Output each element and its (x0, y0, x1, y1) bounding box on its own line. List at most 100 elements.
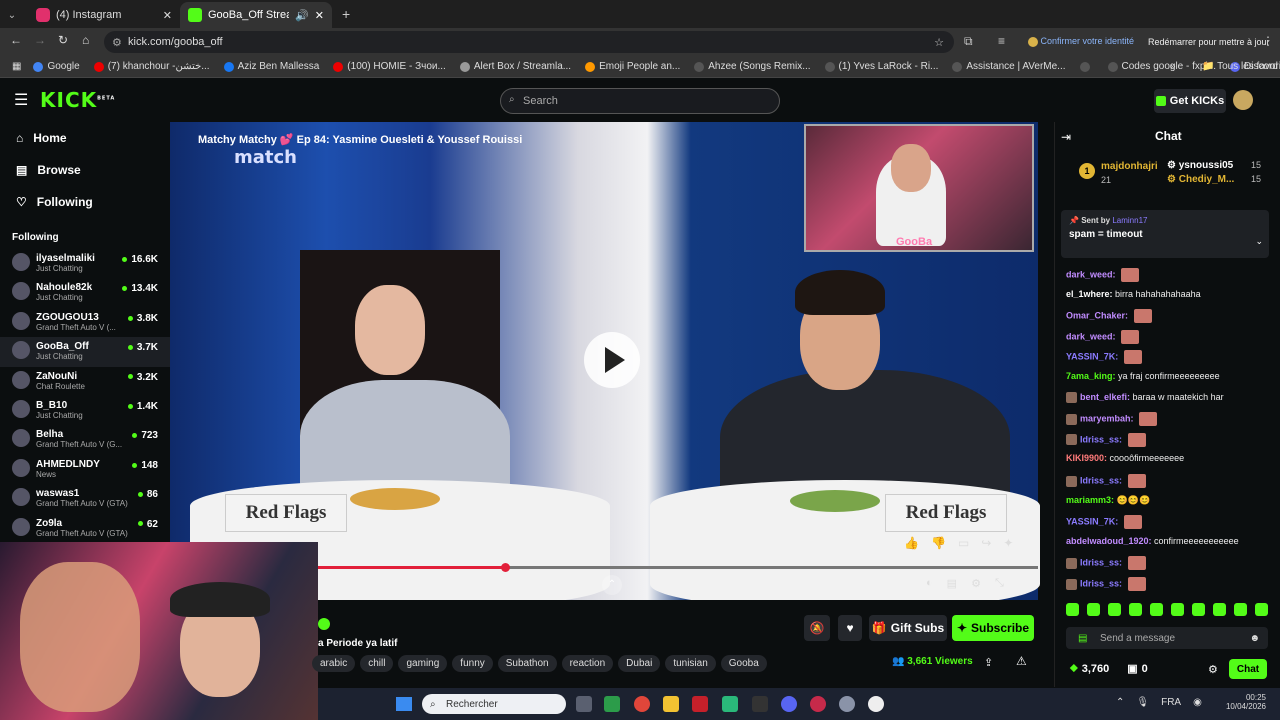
restart-button[interactable]: Redémarrer pour mettre à jour (1148, 37, 1270, 47)
start-icon[interactable] (396, 697, 412, 711)
language-indicator[interactable]: FRA (1161, 697, 1181, 708)
get-kicks-button[interactable]: Get KICKs (1154, 89, 1226, 113)
comment-icon[interactable]: ▭ (958, 536, 969, 550)
chat-username[interactable]: dark_weed: (1066, 331, 1116, 341)
chat-username[interactable]: el_1where: (1066, 289, 1113, 299)
bookmark-item[interactable]: Ahzee (Songs Remix... (694, 61, 811, 72)
xbox-icon[interactable] (604, 696, 620, 712)
tab-instagram[interactable]: (4) Instagram ✕ (28, 2, 180, 28)
expand-chevron-icon[interactable]: ⌃ (602, 575, 622, 595)
bookmark-item[interactable]: (100) HOMIE - Зчои... (333, 61, 446, 72)
collapse-chat-icon[interactable]: ⇥ (1061, 130, 1071, 144)
profile-identity[interactable]: Confirmer votre identité (1028, 36, 1134, 47)
stream-tag[interactable]: Subathon (497, 655, 557, 672)
following-channel[interactable]: Belha Grand Theft Auto V (G... 723 (0, 425, 170, 454)
url-field[interactable]: ⚙ kick.com/gooba_off ☆ (104, 31, 954, 53)
following-channel[interactable]: GooBa_Off Just Chatting 3.7K (0, 337, 170, 367)
app-dark-icon[interactable] (752, 696, 768, 712)
clock[interactable]: 00:25 10/04/2026 (1218, 693, 1266, 711)
following-channel[interactable]: ZaNouNi Chat Roulette 3.2K (0, 367, 170, 396)
following-channel[interactable]: waswas1 Grand Theft Auto V (GTA) 86 (0, 484, 170, 513)
nav-home[interactable]: ⌂ Home (0, 122, 170, 154)
close-icon[interactable]: ✕ (163, 9, 172, 22)
following-channel[interactable]: Zo9la Grand Theft Auto V (GTA) 62 (0, 514, 170, 543)
stream-tag[interactable]: arabic (312, 655, 356, 672)
kick-logo[interactable]: KICKBETA (40, 88, 115, 112)
chest-icon[interactable]: ▣ (1127, 662, 1137, 675)
chevron-down-icon[interactable]: ⌄ (1255, 236, 1263, 247)
emote-icon[interactable] (1087, 603, 1100, 616)
tab-list-button[interactable]: ⌄ (0, 10, 24, 21)
user-avatar[interactable] (1233, 90, 1253, 110)
tab-gooba-stream[interactable]: GooBa_Off Stream - Watch 🔊 ✕ (180, 2, 332, 28)
nav-following[interactable]: ♡ Following (0, 186, 170, 218)
mic-icon[interactable]: 🎙 (1136, 697, 1149, 708)
chat-username[interactable]: Idriss_ss: (1080, 578, 1122, 588)
chat-username[interactable]: mariamm3: (1066, 495, 1114, 505)
hamburger-icon[interactable]: ☰ (14, 90, 28, 110)
captions-icon[interactable]: ▤ (947, 577, 957, 590)
following-channel[interactable]: Nahoule82k Just Chatting 13.4K (0, 278, 170, 307)
close-icon[interactable]: ✕ (315, 9, 324, 22)
app-green-icon[interactable] (722, 696, 738, 712)
nav-browse[interactable]: ▤ Browse (0, 154, 170, 186)
chat-username[interactable]: bent_elkefi: (1080, 392, 1130, 402)
taskbar-search[interactable]: ⌕ Rechercher (422, 694, 566, 714)
home-icon[interactable]: ⌂ (82, 33, 89, 47)
share-icon[interactable]: ⇪ (984, 656, 993, 669)
stream-tag[interactable]: tunisian (665, 655, 716, 672)
report-icon[interactable]: ⚠ (1016, 654, 1027, 668)
gift-subs-button[interactable]: 🎁 Gift Subs (869, 615, 947, 641)
following-channel[interactable]: AHMEDLNDY News 148 (0, 455, 170, 484)
emote-icon[interactable] (1234, 603, 1247, 616)
apps-icon[interactable]: ▦ (12, 61, 21, 72)
explorer-icon[interactable] (663, 696, 679, 712)
chat-username[interactable]: YASSIN_7K: (1066, 352, 1118, 362)
bookmark-item[interactable]: Codes google - fxpi... (1107, 61, 1216, 72)
emote-icon[interactable] (1108, 603, 1121, 616)
emote-icon[interactable] (1213, 603, 1226, 616)
chat-username[interactable]: Omar_Chaker: (1066, 311, 1128, 321)
bookmark-item[interactable]: (7) khanchour -ختشن... (93, 61, 210, 72)
chat-send-button[interactable]: Chat (1229, 659, 1267, 679)
emote-icon[interactable] (1129, 603, 1142, 616)
chat-username[interactable]: dark_weed: (1066, 269, 1116, 279)
mute-notifications-button[interactable]: 🔕 (804, 615, 830, 641)
chat-username[interactable]: YASSIN_7K: (1066, 517, 1118, 527)
bookmark-star-icon[interactable]: ☆ (934, 36, 944, 49)
chat-username[interactable]: 7ama_king: (1066, 371, 1116, 381)
search-input[interactable]: ⌕ Search (500, 88, 780, 114)
emote-icon[interactable] (1255, 603, 1268, 616)
chat-username[interactable]: Idriss_ss: (1080, 475, 1122, 485)
emoji-icon[interactable]: ☻ (1249, 633, 1260, 644)
settings-icon[interactable]: ⚙ (971, 577, 981, 590)
task-view-icon[interactable] (576, 696, 592, 712)
chat-username[interactable]: Idriss_ss: (1080, 434, 1122, 444)
menu-icon[interactable]: ⋮ (1262, 34, 1274, 48)
bookmark-item[interactable]: Emoji People an... (585, 61, 680, 72)
emote-icon[interactable] (1066, 603, 1079, 616)
forward-icon[interactable]: → (34, 33, 46, 47)
chrome-icon[interactable] (634, 696, 650, 712)
bookmark-item[interactable] (1079, 61, 1094, 72)
sparkle-icon[interactable]: ✦ (1003, 536, 1013, 550)
stream-tag[interactable]: funny (452, 655, 493, 672)
media-icon[interactable]: ≡ (998, 34, 1005, 48)
wifi-icon[interactable]: ◉ (1193, 697, 1202, 708)
bookmark-item[interactable]: Google (33, 61, 80, 72)
reload-icon[interactable]: ↻ (58, 33, 68, 47)
bookmark-item[interactable]: Aziz Ben Mallessa (223, 61, 319, 72)
extensions-icon[interactable]: ⧉ (964, 34, 973, 49)
stream-tag[interactable]: gaming (398, 655, 448, 672)
thumbs-up-icon[interactable]: 👍 (904, 536, 919, 550)
following-channel[interactable]: B_B10 Just Chatting 1.4K (0, 396, 170, 425)
chat-settings-icon[interactable]: ⚙ (1208, 663, 1218, 676)
bookmark-item[interactable]: Alert Box / Streamla... (459, 61, 571, 72)
speaker-icon[interactable]: 🔊 (295, 9, 309, 22)
back-icon[interactable]: ← (10, 33, 22, 47)
emote-icon[interactable] (1192, 603, 1205, 616)
chat-username[interactable]: abdelwadoud_1920: (1066, 536, 1152, 546)
adobe-icon[interactable] (692, 696, 708, 712)
bookmark-item[interactable]: Assistance | AVerMe... (952, 61, 1066, 72)
chat-username[interactable]: KIKI9900: (1066, 453, 1107, 463)
